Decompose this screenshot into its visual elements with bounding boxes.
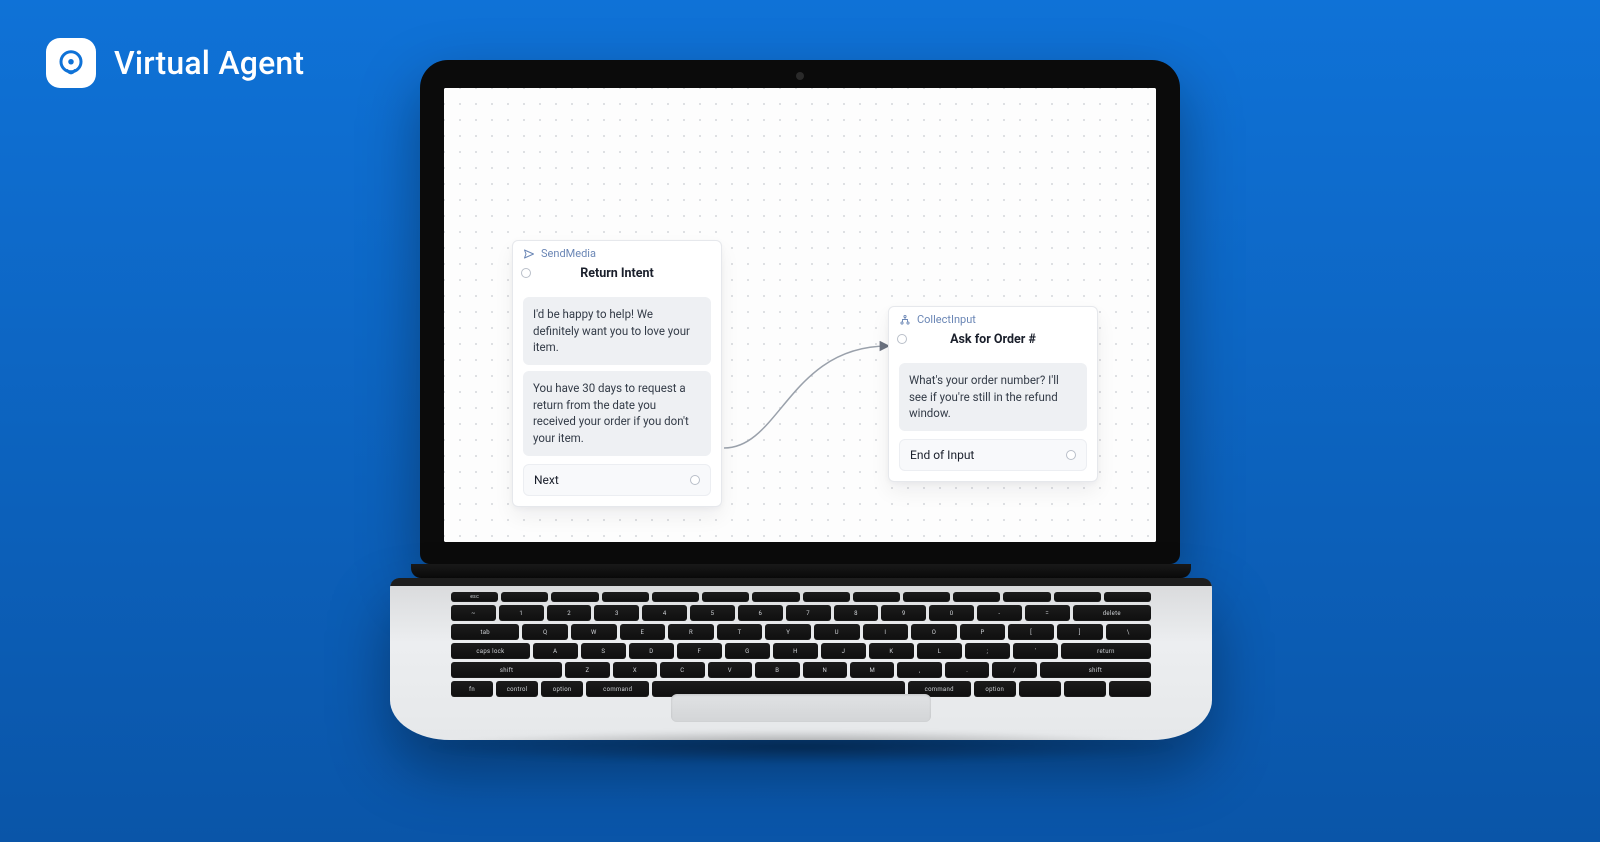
node-action-end[interactable]: End of Input [899, 439, 1087, 471]
node-type-text: CollectInput [917, 313, 976, 326]
tree-icon [899, 314, 911, 326]
action-label: End of Input [910, 448, 974, 462]
brand: Virtual Agent [46, 38, 304, 88]
input-port[interactable] [897, 334, 907, 344]
action-label: Next [534, 473, 559, 487]
webcam-icon [796, 72, 804, 80]
flow-canvas[interactable]: SendMedia Return Intent I'd be happy to … [444, 88, 1156, 542]
laptop-lid: SendMedia Return Intent I'd be happy to … [420, 60, 1180, 564]
node-type-label: SendMedia [513, 241, 721, 264]
node-title: Return Intent [580, 266, 654, 281]
laptop-base: esc ~1234567890-=delete tabQWERTYUIOP[]\… [390, 564, 1212, 740]
flow-node-sendmedia[interactable]: SendMedia Return Intent I'd be happy to … [512, 240, 722, 507]
laptop-shadow [421, 730, 1181, 764]
flow-node-collectinput[interactable]: CollectInput Ask for Order # What's your… [888, 306, 1098, 482]
message-bubble: I'd be happy to help! We definitely want… [523, 297, 711, 365]
brand-title: Virtual Agent [114, 44, 304, 82]
message-bubble: You have 30 days to request a return fro… [523, 371, 711, 456]
node-action-next[interactable]: Next [523, 464, 711, 496]
message-bubble: What's your order number? I'll see if yo… [899, 363, 1087, 431]
node-title-row: Return Intent [513, 264, 721, 291]
node-type-label: CollectInput [889, 307, 1097, 330]
send-icon [523, 248, 535, 260]
trackpad [671, 694, 931, 722]
node-type-text: SendMedia [541, 247, 596, 260]
input-port[interactable] [521, 268, 531, 278]
output-port[interactable] [1066, 450, 1076, 460]
laptop-mockup: SendMedia Return Intent I'd be happy to … [390, 60, 1210, 740]
node-title: Ask for Order # [950, 332, 1036, 347]
app-screen: SendMedia Return Intent I'd be happy to … [444, 88, 1156, 542]
brand-logo-icon [46, 38, 96, 88]
laptop-deck: esc ~1234567890-=delete tabQWERTYUIOP[]\… [390, 578, 1212, 740]
keyboard: esc ~1234567890-=delete tabQWERTYUIOP[]\… [451, 592, 1151, 697]
laptop-hinge [411, 564, 1191, 578]
output-port[interactable] [690, 475, 700, 485]
node-title-row: Ask for Order # [889, 330, 1097, 357]
